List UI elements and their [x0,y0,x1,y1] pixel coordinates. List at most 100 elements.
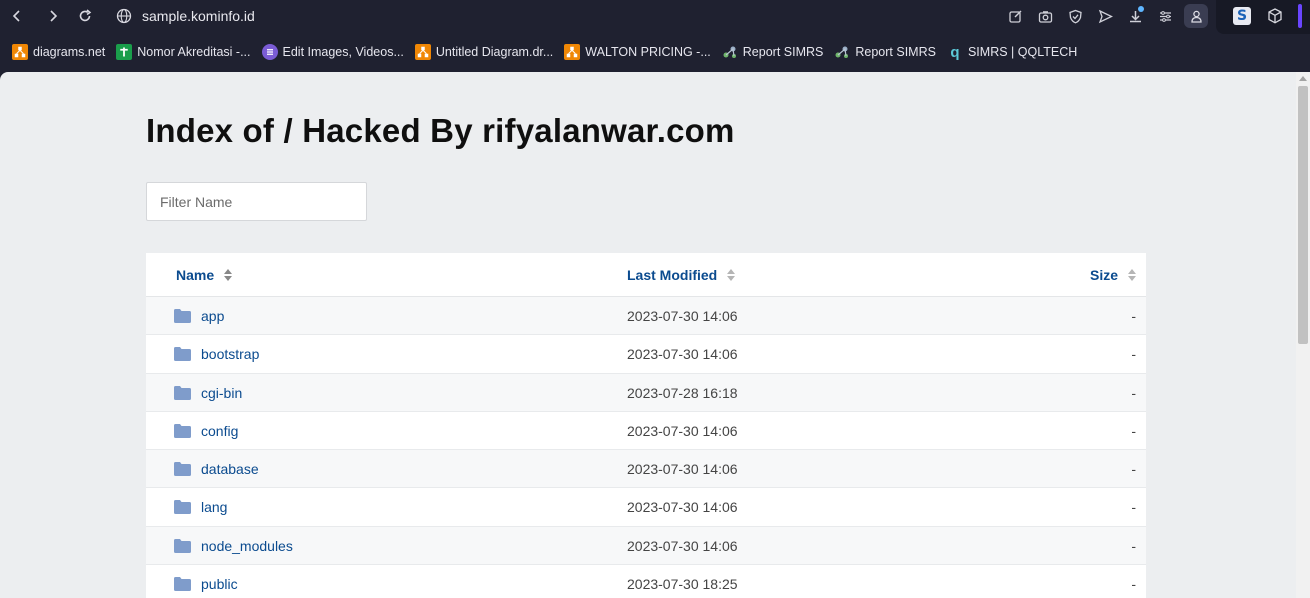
extensions-panel: S [1216,0,1310,34]
modified-date: 2023-07-30 14:06 [627,422,738,439]
drawio-icon [12,44,28,60]
table-row: cgi-bin 2023-07-28 16:18 - [146,373,1146,412]
folder-link-config[interactable]: config [201,423,238,439]
sort-icon [224,269,233,281]
file-size: - [1131,576,1136,593]
bookmark-label: diagrams.net [33,45,106,59]
sort-by-modified-header[interactable]: Last Modified [627,267,736,283]
browser-toolbar: sample.kominfo.id S [0,0,1310,34]
folder-link-bootstrap[interactable]: bootstrap [201,346,259,362]
cube-icon[interactable] [1266,7,1284,25]
back-button[interactable] [7,6,27,26]
shield-button[interactable] [1060,4,1090,28]
modified-date: 2023-07-30 14:06 [627,499,738,516]
qqltech-icon: q [950,43,960,61]
file-size: - [1131,422,1136,439]
forward-button[interactable] [43,6,63,26]
page-viewport: Index of / Hacked By rifyalanwar.com Nam… [0,72,1310,598]
bookmark-label: Edit Images, Videos... [282,45,404,59]
bookmarks-bar: diagrams.net Nomor Akreditasi -... Edit … [0,36,1310,68]
sort-by-name-header[interactable]: Name [176,267,233,283]
folder-link-cgi-bin[interactable]: cgi-bin [201,385,242,401]
bookmark-report-simrs-2[interactable]: Report SIMRS [834,44,936,60]
user-icon [1190,10,1202,23]
bookmark-simrs-qqltech[interactable]: q SIMRS | QQLTECH [947,43,1077,61]
modified-date: 2023-07-28 16:18 [627,384,738,401]
file-size: - [1131,461,1136,478]
drawio-icon [564,44,581,60]
folder-icon [174,577,191,592]
table-row: lang 2023-07-30 14:06 - [146,488,1146,527]
modified-date: 2023-07-30 14:06 [627,537,738,554]
sort-icon [727,269,736,281]
filter-name-input[interactable] [146,182,367,221]
sort-icon [1128,269,1136,281]
bookmark-label: Nomor Akreditasi -... [137,45,251,59]
send-icon [1098,9,1113,23]
column-label-name: Name [176,267,215,283]
page-title: Index of / Hacked By rifyalanwar.com [146,112,735,149]
file-size: - [1131,499,1136,516]
report-icon [722,44,738,60]
table-row: config 2023-07-30 14:06 - [146,412,1146,451]
bookmark-label: Report SIMRS [855,45,936,59]
profile-button[interactable] [1184,4,1208,28]
vertical-scrollbar[interactable] [1296,72,1310,598]
folder-icon [174,538,191,553]
folder-icon [174,462,191,477]
folder-icon [174,423,191,438]
sidebar-handle[interactable] [1298,4,1302,28]
edit-icon [1008,10,1021,23]
folder-link-node-modules[interactable]: node_modules [201,538,293,554]
reload-button[interactable] [75,6,95,26]
table-row: node_modules 2023-07-30 14:06 - [146,526,1146,566]
address-bar[interactable]: sample.kominfo.id [108,2,988,30]
bookmark-diagrams[interactable]: diagrams.net [12,44,105,60]
toolbar-actions [1000,4,1208,28]
bookmark-label: WALTON PRICING -... [585,45,711,59]
sliders-icon [1159,10,1171,22]
bookmark-walton-pricing[interactable]: WALTON PRICING -... [564,44,711,60]
bookmark-nomor-akreditasi[interactable]: Nomor Akreditasi -... [116,44,251,60]
file-size: - [1131,308,1136,324]
modified-date: 2023-07-30 14:06 [627,346,738,363]
file-size: - [1131,537,1136,554]
bookmark-untitled-diagram[interactable]: Untitled Diagram.dr... [414,44,554,60]
s-extension-icon[interactable]: S [1233,7,1251,25]
camera-icon [1038,10,1052,23]
sort-by-size-header[interactable]: Size [1090,267,1136,283]
folder-link-database[interactable]: database [201,461,259,477]
file-size: - [1131,384,1136,401]
modified-date: 2023-07-30 14:06 [627,461,738,478]
edit-button[interactable] [1000,4,1030,28]
table-row: bootstrap 2023-07-30 14:06 - [146,335,1146,374]
folder-link-app[interactable]: app [201,308,224,324]
scroll-up-arrow-icon[interactable] [1299,76,1307,81]
url-text[interactable]: sample.kominfo.id [142,8,255,24]
folder-icon [174,309,191,323]
globe-icon [116,8,132,24]
file-size: - [1131,346,1136,363]
table-body: app 2023-07-30 14:06 - bootstrap 2023-07… [146,297,1146,598]
folder-link-lang[interactable]: lang [201,499,227,515]
bookmark-edit-images[interactable]: Edit Images, Videos... [261,44,404,60]
table-row: public 2023-07-30 18:25 - [146,565,1146,598]
folder-link-public[interactable]: public [201,576,238,592]
bookmark-label: Untitled Diagram.dr... [435,45,554,59]
folder-icon [174,347,191,362]
editor-icon [261,44,278,60]
table-row: database 2023-07-30 14:06 - [146,450,1146,489]
table-header: Name Last Modified Size [146,253,1146,297]
send-button[interactable] [1090,4,1120,28]
settings-button[interactable] [1150,4,1180,28]
column-label-size: Size [1089,267,1118,283]
downloads-button[interactable] [1120,4,1150,28]
bookmark-label: Report SIMRS [742,45,824,59]
bookmark-report-simrs-1[interactable]: Report SIMRS [722,44,824,60]
scrollbar-thumb[interactable] [1298,86,1308,344]
folder-icon [174,385,191,400]
notification-dot [1138,6,1144,12]
shield-icon [1068,9,1082,23]
screenshot-button[interactable] [1030,4,1060,28]
table-row: app 2023-07-30 14:06 - [146,297,1146,336]
